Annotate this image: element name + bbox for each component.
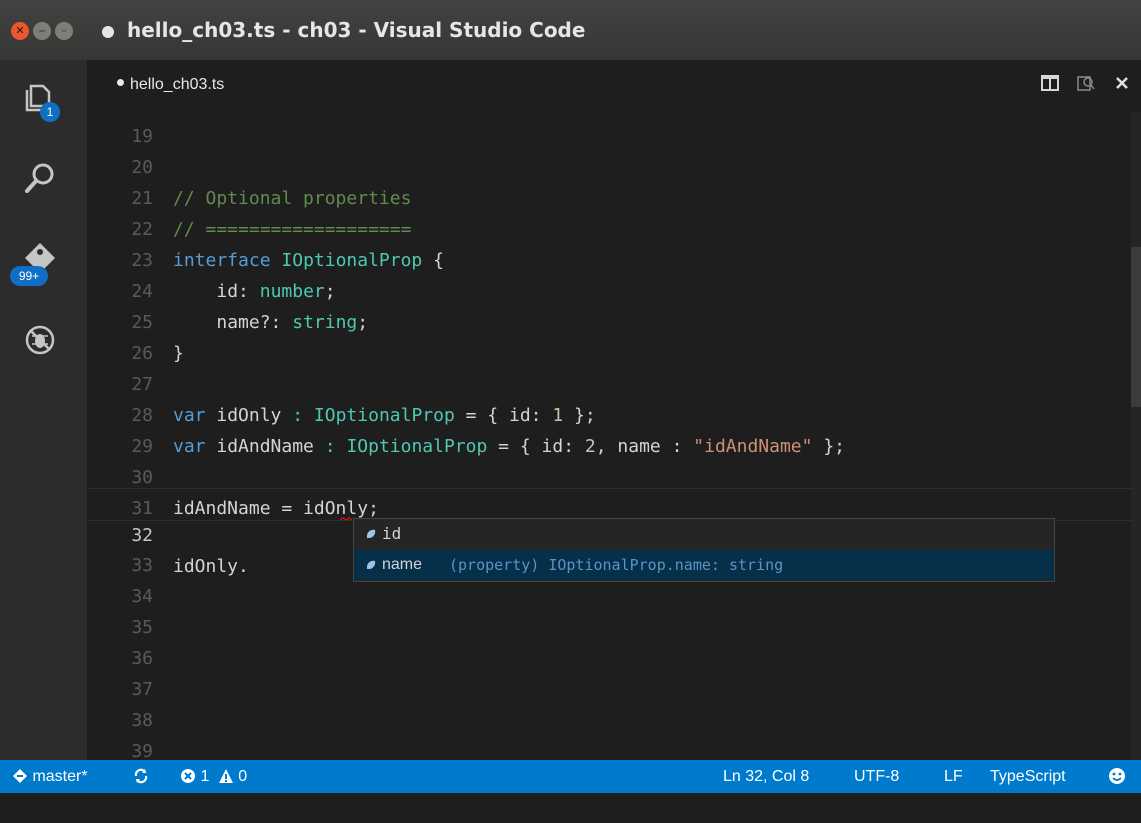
suggest-widget: id name (property) IOptionalProp.name: s…: [353, 518, 1055, 582]
window-title: hello_ch03.ts - ch03 - Visual Studio Cod…: [127, 18, 586, 42]
status-bar: master* 1 0 Ln 32, Col 8 UTF-8 LF TypeSc…: [0, 760, 1141, 793]
scroll-track: [1131, 112, 1141, 760]
close-icon: ✕: [15, 25, 25, 37]
code-line: 26: [87, 307, 1131, 364]
unsaved-dot: [102, 26, 114, 38]
code-line: 25 }: [87, 276, 1131, 364]
code-line: 29: [87, 400, 1131, 457]
debug-button[interactable]: [22, 322, 58, 358]
code-line: 30 idAndName = idOnly;: [87, 431, 1131, 519]
code-editor[interactable]: 19 20 // Optional properties 21 // =====…: [87, 112, 1141, 787]
error-count: 1: [200, 768, 210, 785]
property-icon: [367, 529, 376, 538]
current-line: 32 idOnly.: [87, 488, 1131, 577]
error-icon: [181, 769, 195, 783]
source-control-button[interactable]: 99+: [10, 240, 58, 286]
explorer-badge: 1: [40, 102, 60, 122]
branch-name: master*: [32, 768, 88, 785]
minimize-window-button[interactable]: –: [33, 22, 51, 40]
code-line: 40: [87, 730, 1131, 787]
code-line: 23 id: number;: [87, 214, 1131, 302]
activity-bar: 1 99+: [0, 60, 87, 760]
search-button[interactable]: [22, 160, 58, 196]
eol-selector[interactable]: LF: [944, 760, 963, 793]
problems-indicator[interactable]: 1 0: [180, 760, 247, 793]
branch-indicator[interactable]: master*: [12, 760, 88, 793]
dirty-indicator: [117, 79, 124, 87]
language-selector[interactable]: TypeScript: [990, 760, 1066, 793]
code-line: 24 name?: string;: [87, 245, 1131, 333]
maximize-icon: ▫: [62, 25, 66, 37]
suggestion-item-id[interactable]: id: [354, 519, 1054, 549]
vertical-scrollbar[interactable]: [1131, 247, 1141, 407]
code-line: 38: [87, 674, 1131, 731]
feedback-button[interactable]: [1108, 760, 1126, 793]
cursor-position[interactable]: Ln 32, Col 8: [723, 760, 809, 793]
suggestion-detail: (property) IOptionalProp.name: string: [449, 556, 784, 574]
code-line: 19: [87, 90, 1131, 147]
sync-icon: [134, 768, 148, 784]
code-line: 37: [87, 643, 1131, 700]
minimize-icon: –: [38, 25, 46, 37]
vscode-window: ✕ – ▫ hello_ch03.ts - ch03 - Visual Stud…: [0, 0, 1141, 793]
code-line: 21 // ===================: [87, 152, 1131, 240]
suggestion-label: id: [382, 524, 402, 543]
suggestion-item-name[interactable]: name (property) IOptionalProp.name: stri…: [354, 550, 1054, 580]
debug-icon: [25, 325, 55, 355]
source-control-badge: 99+: [10, 266, 48, 286]
close-window-button[interactable]: ✕: [11, 22, 29, 40]
encoding-selector[interactable]: UTF-8: [854, 760, 899, 793]
title-bar: ✕ – ▫ hello_ch03.ts - ch03 - Visual Stud…: [0, 0, 1141, 60]
sync-button[interactable]: [133, 760, 149, 793]
smiley-icon: [1109, 768, 1125, 784]
warning-count: 0: [238, 768, 248, 785]
search-icon: [25, 163, 54, 193]
code-line: 36: [87, 612, 1131, 669]
code-line: 35: [87, 581, 1131, 638]
property-icon: [367, 560, 376, 569]
code-line: 20 // Optional properties: [87, 121, 1131, 209]
explorer-button[interactable]: 1: [22, 80, 60, 122]
branch-icon: [13, 769, 27, 783]
warning-icon: [218, 769, 233, 783]
code-line: 22 interface IOptionalProp {: [87, 183, 1131, 271]
code-line: 27 var idOnly : IOptionalProp = { id: 1 …: [87, 338, 1131, 426]
code-line: 28 var idAndName : IOptionalProp = { id:…: [87, 369, 1131, 457]
suggestion-label: name: [382, 556, 423, 573]
maximize-window-button[interactable]: ▫: [55, 22, 73, 40]
